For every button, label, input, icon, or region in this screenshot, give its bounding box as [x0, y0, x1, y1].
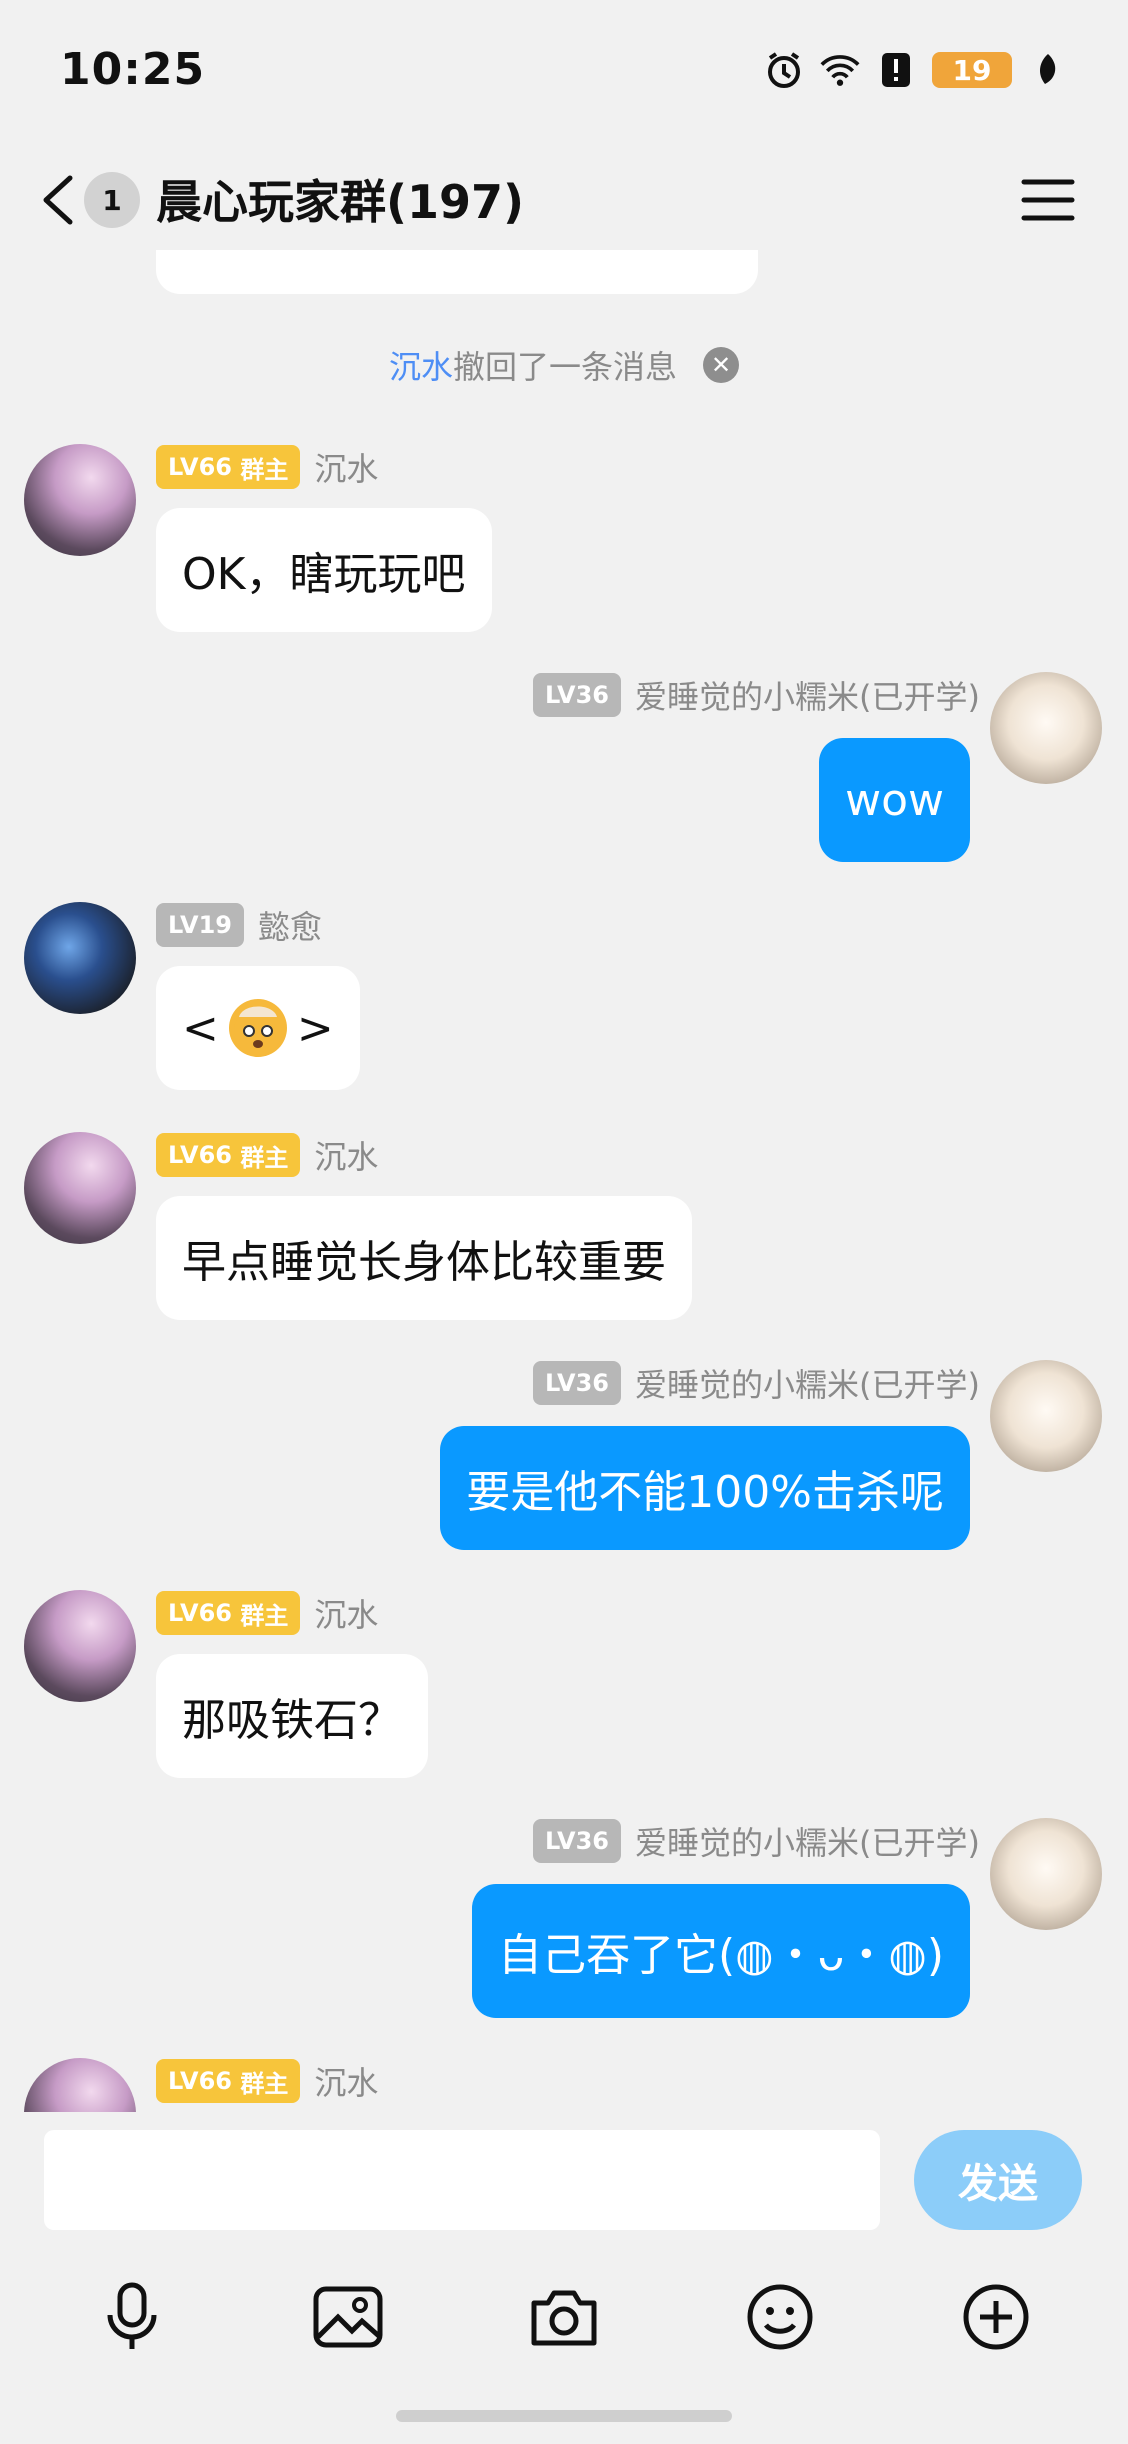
battery-indicator: 19	[932, 52, 1012, 88]
exploding-head-emoji-icon	[228, 999, 287, 1057]
status-bar: 10:25 19	[0, 0, 1128, 150]
send-button[interactable]: 发送	[914, 2130, 1082, 2230]
message-list[interactable]: 沉水撤回了一条消息 ✕ LV66 群主 沉水 OK，瞎玩玩吧 LV36 爱睡觉的…	[0, 250, 1128, 2112]
sender-meta: LV36 爱睡觉的小糯米(已开学)	[533, 672, 980, 718]
alert-icon	[876, 50, 916, 90]
sender-meta: LV36 爱睡觉的小糯米(已开学)	[533, 1360, 980, 1406]
microphone-icon[interactable]	[96, 2281, 168, 2353]
back-button[interactable]	[36, 170, 86, 230]
status-icons: 19	[764, 50, 1068, 90]
sender-meta: LV36 爱睡觉的小糯米(已开学)	[533, 1818, 980, 1864]
chat-title: 晨心玩家群(197)	[156, 175, 525, 229]
sender-name[interactable]: 沉水	[314, 1132, 378, 1178]
emoji-icon[interactable]	[744, 2281, 816, 2353]
avatar[interactable]	[24, 2058, 136, 2112]
sender-name[interactable]: 爱睡觉的小糯米(已开学)	[635, 1818, 980, 1864]
level-badge: LV66 群主	[156, 445, 301, 489]
chevron-left-icon	[43, 175, 73, 225]
message-bubble[interactable]: < >	[156, 966, 360, 1090]
avatar[interactable]	[990, 1360, 1102, 1472]
hamburger-icon	[1021, 179, 1075, 221]
wifi-icon	[820, 50, 860, 90]
avatar[interactable]	[24, 902, 136, 1014]
alarm-icon	[764, 50, 804, 90]
status-time: 10:25	[60, 44, 206, 95]
partial-message-bubble	[156, 250, 758, 294]
image-icon[interactable]	[312, 2281, 384, 2353]
level-badge: LV36	[533, 1819, 622, 1863]
sender-meta: LV66 群主 沉水	[156, 444, 378, 490]
level-badge: LV66 群主	[156, 1591, 301, 1635]
level-badge: LV66 群主	[156, 2059, 301, 2103]
sender-name[interactable]: 沉水	[314, 444, 378, 490]
sender-name[interactable]: 爱睡觉的小糯米(已开学)	[635, 672, 980, 718]
level-badge: LV36	[533, 1361, 622, 1405]
message-bubble[interactable]: 自己吞了它(◍・ᴗ・◍)	[471, 1884, 970, 2018]
level-badge: LV19	[156, 903, 244, 947]
sender-name[interactable]: 沉水	[314, 1590, 378, 1636]
plus-icon[interactable]	[960, 2281, 1032, 2353]
sender-meta: LV19 懿愈	[156, 902, 322, 948]
message-bubble[interactable]: OK，瞎玩玩吧	[156, 508, 492, 632]
input-bar: 发送	[0, 2112, 1128, 2232]
level-badge: LV66 群主	[156, 1133, 301, 1177]
message-bubble[interactable]: 那吸铁石？	[156, 1654, 428, 1778]
recall-notice: 沉水撤回了一条消息 ✕	[0, 342, 1128, 388]
avatar[interactable]	[24, 1590, 136, 1702]
avatar[interactable]	[990, 672, 1102, 784]
menu-button[interactable]	[1020, 172, 1076, 228]
sender-name[interactable]: 爱睡觉的小糯米(已开学)	[635, 1360, 980, 1406]
avatar[interactable]	[990, 1818, 1102, 1930]
message-input[interactable]	[44, 2130, 880, 2230]
input-toolbar	[0, 2262, 1128, 2372]
sender-meta: LV66 群主 沉水	[156, 2058, 378, 2104]
recall-text: 撤回了一条消息	[453, 348, 678, 386]
camera-icon[interactable]	[528, 2281, 600, 2353]
sender-meta: LV66 群主 沉水	[156, 1590, 378, 1636]
message-bubble[interactable]: wow	[819, 738, 970, 862]
leaf-icon	[1028, 50, 1068, 90]
level-badge: LV36	[533, 673, 622, 717]
chat-header: 1 晨心玩家群(197)	[0, 150, 1128, 250]
sender-meta: LV66 群主 沉水	[156, 1132, 378, 1178]
recall-user[interactable]: 沉水	[389, 348, 453, 386]
unread-badge: 1	[84, 172, 140, 228]
sender-name[interactable]: 沉水	[314, 2058, 378, 2104]
avatar[interactable]	[24, 444, 136, 556]
home-indicator[interactable]	[396, 2410, 732, 2422]
sender-name[interactable]: 懿愈	[258, 902, 322, 948]
message-bubble[interactable]: 要是他不能100%击杀呢	[440, 1426, 970, 1550]
avatar[interactable]	[24, 1132, 136, 1244]
message-bubble[interactable]: 早点睡觉长身体比较重要	[156, 1196, 692, 1320]
close-icon[interactable]: ✕	[703, 347, 740, 383]
